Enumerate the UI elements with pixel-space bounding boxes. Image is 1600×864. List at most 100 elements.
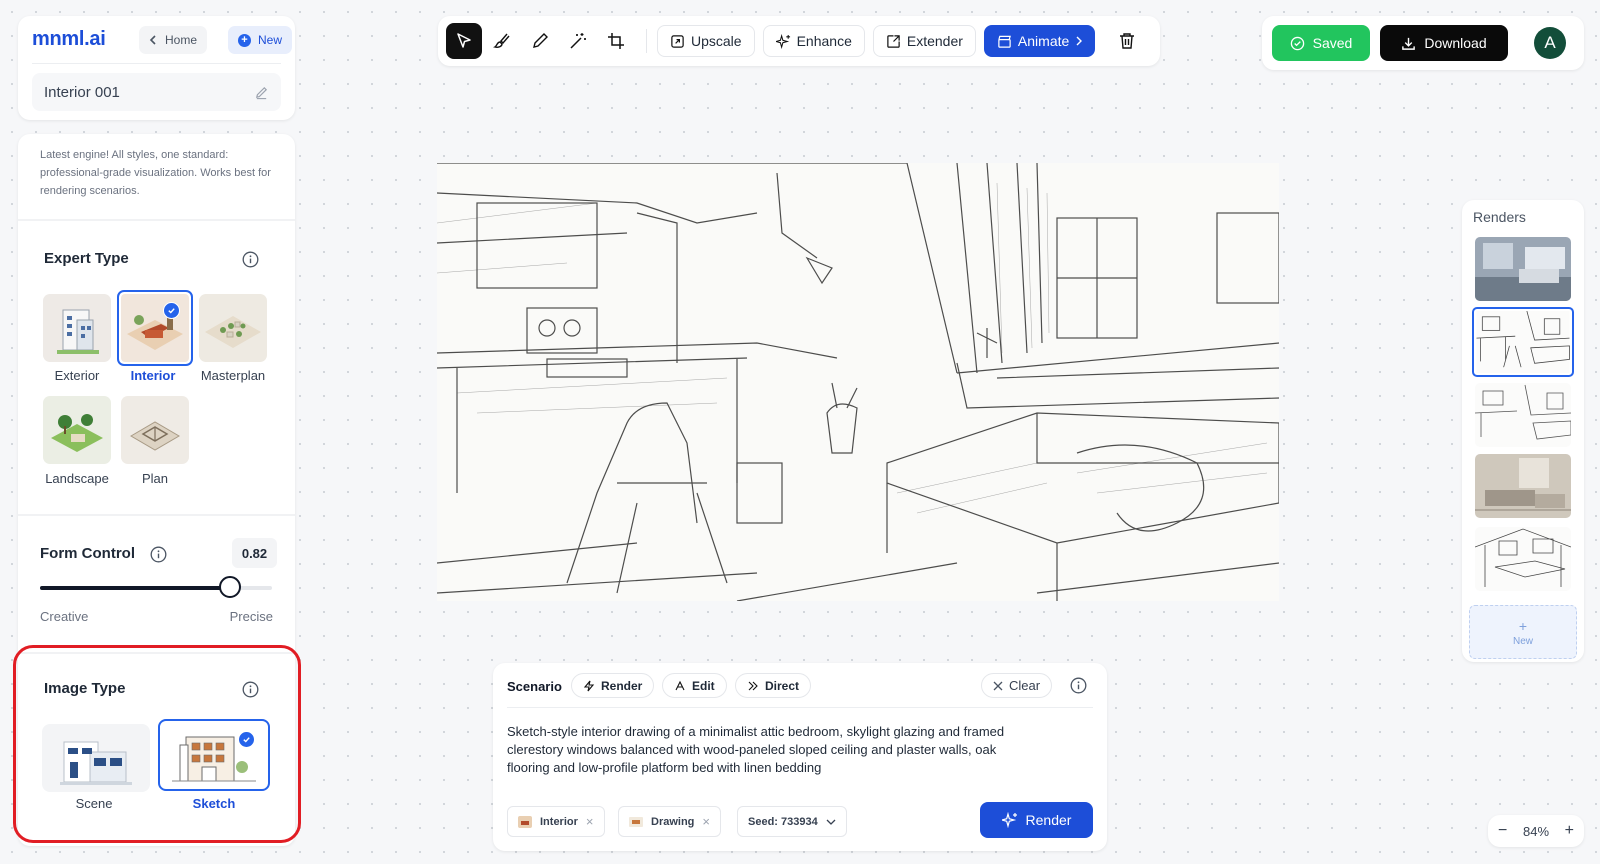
new-button-label: New — [258, 33, 283, 47]
render-thumbnail[interactable] — [1475, 527, 1571, 591]
render-thumbnail[interactable] — [1475, 454, 1571, 518]
sketch-render-thumbnail — [1475, 383, 1571, 447]
project-name: Interior 001 — [44, 83, 120, 101]
new-render-button[interactable]: + New — [1469, 605, 1577, 659]
expert-type-interior-label: Interior — [130, 368, 176, 383]
close-icon — [993, 681, 1003, 690]
clapperboard-icon — [998, 35, 1011, 48]
render-mode-chip[interactable]: Render — [571, 673, 655, 698]
expert-type-interior-tile[interactable] — [117, 290, 193, 366]
chevron-left-icon — [149, 35, 157, 45]
expert-type-exterior-tile[interactable] — [43, 294, 111, 362]
render-thumbnail[interactable] — [1475, 237, 1571, 301]
exterior-building-icon — [43, 294, 111, 362]
magic-wand-icon — [570, 33, 586, 49]
chevron-down-icon — [826, 819, 836, 825]
enhance-button[interactable]: Enhance — [762, 25, 865, 57]
remove-tag-icon[interactable]: × — [702, 814, 710, 829]
delete-button[interactable] — [1109, 23, 1145, 59]
landscape-icon — [43, 396, 111, 464]
remove-tag-icon[interactable]: × — [586, 814, 594, 829]
section-divider — [18, 219, 295, 221]
drawing-tag-label: Drawing — [651, 815, 695, 828]
magic-wand-tool-button[interactable] — [560, 23, 596, 59]
sketch-render-thumbnail — [1476, 311, 1570, 373]
interior-sketch-render — [437, 163, 1279, 601]
upscale-icon — [671, 34, 684, 48]
select-tool-button[interactable] — [446, 23, 482, 59]
expert-type-exterior-label: Exterior — [54, 368, 100, 383]
download-icon — [1402, 37, 1416, 50]
interior-tag[interactable]: Interior × — [507, 806, 605, 837]
pencil-tool-button[interactable] — [522, 23, 558, 59]
home-button-label: Home — [165, 33, 198, 47]
expert-type-masterplan-label: Masterplan — [200, 368, 266, 383]
drawing-thumbnail-icon — [629, 816, 643, 827]
edit-mode-chip[interactable]: Edit — [662, 673, 727, 698]
edit-chip-label: Edit — [692, 678, 715, 693]
slider-max-label: Precise — [229, 609, 273, 624]
zoom-in-icon[interactable]: + — [1565, 822, 1574, 840]
toolbar-separator — [646, 29, 647, 53]
section-divider — [18, 514, 295, 516]
new-project-button[interactable]: + New — [228, 26, 293, 54]
sparkle-icon — [1001, 812, 1017, 828]
edit-stroke-icon — [675, 680, 685, 690]
warm-photo-render-thumbnail — [1475, 454, 1571, 518]
interior-tag-label: Interior — [540, 815, 578, 828]
expert-type-masterplan-tile[interactable] — [199, 294, 267, 362]
download-button[interactable]: Download — [1380, 25, 1508, 61]
clear-label: Clear — [1009, 678, 1041, 693]
enhance-label: Enhance — [796, 33, 852, 49]
plus-icon: + — [1518, 617, 1528, 634]
double-chevron-right-icon — [748, 681, 758, 690]
brush-icon — [493, 33, 510, 48]
direct-mode-chip[interactable]: Direct — [735, 673, 812, 698]
canvas-render-image[interactable] — [437, 163, 1279, 601]
clear-button[interactable]: Clear — [981, 673, 1053, 698]
render-button[interactable]: Render — [980, 802, 1093, 838]
render-thumbnail-selected[interactable] — [1472, 307, 1574, 377]
expert-type-plan-label: Plan — [141, 471, 169, 486]
sparkle-icon — [775, 33, 790, 49]
check-circle-icon — [1290, 36, 1304, 50]
expert-type-plan-tile[interactable] — [121, 396, 189, 464]
direct-chip-label: Direct — [765, 678, 800, 693]
form-control-value[interactable]: 0.82 — [232, 538, 277, 568]
zoom-out-icon[interactable]: − — [1498, 822, 1507, 840]
seed-dropdown[interactable]: Seed: 733934 — [737, 806, 847, 837]
drawing-tag[interactable]: Drawing × — [618, 806, 721, 837]
top-toolbar: Upscale Enhance Extender Animate — [438, 16, 1160, 66]
renders-panel: Renders + New — [1462, 200, 1584, 662]
animate-button[interactable]: Animate — [983, 25, 1096, 57]
prompt-divider — [507, 707, 1093, 708]
logo[interactable]: mnml.ai — [32, 28, 106, 51]
plus-icon: + — [238, 33, 251, 47]
form-control-info-icon[interactable] — [150, 546, 167, 563]
lightning-icon — [583, 680, 595, 691]
upscale-button[interactable]: Upscale — [657, 25, 755, 57]
expert-type-info-icon[interactable] — [242, 251, 259, 268]
slider-thumb[interactable] — [219, 576, 242, 598]
sketch-render-thumbnail — [1475, 527, 1571, 591]
interior-thumbnail-icon — [518, 815, 532, 828]
home-button[interactable]: Home — [139, 26, 208, 54]
render-thumbnail[interactable] — [1475, 383, 1571, 447]
extender-button[interactable]: Extender — [872, 25, 976, 57]
expert-type-title: Expert Type — [44, 250, 129, 267]
expert-type-landscape-tile[interactable] — [43, 396, 111, 464]
edit-pencil-icon[interactable] — [254, 85, 269, 100]
prompt-panel: Scenario Render Edit Direct Clear Sketch… — [493, 663, 1107, 851]
user-avatar[interactable]: A — [1534, 27, 1566, 59]
prompt-textarea[interactable]: Sketch-style interior drawing of a minim… — [507, 723, 1007, 777]
prompt-info-icon[interactable] — [1070, 677, 1087, 694]
upscale-label: Upscale — [691, 33, 742, 49]
slider-min-label: Creative — [40, 609, 89, 624]
project-name-field[interactable]: Interior 001 — [32, 73, 281, 111]
form-control-slider[interactable] — [40, 576, 272, 598]
zoom-level: 84% — [1522, 823, 1550, 839]
brush-tool-button[interactable] — [484, 23, 520, 59]
saved-status-button[interactable]: Saved — [1272, 25, 1370, 61]
crop-tool-button[interactable] — [598, 23, 634, 59]
trash-icon — [1120, 33, 1135, 49]
